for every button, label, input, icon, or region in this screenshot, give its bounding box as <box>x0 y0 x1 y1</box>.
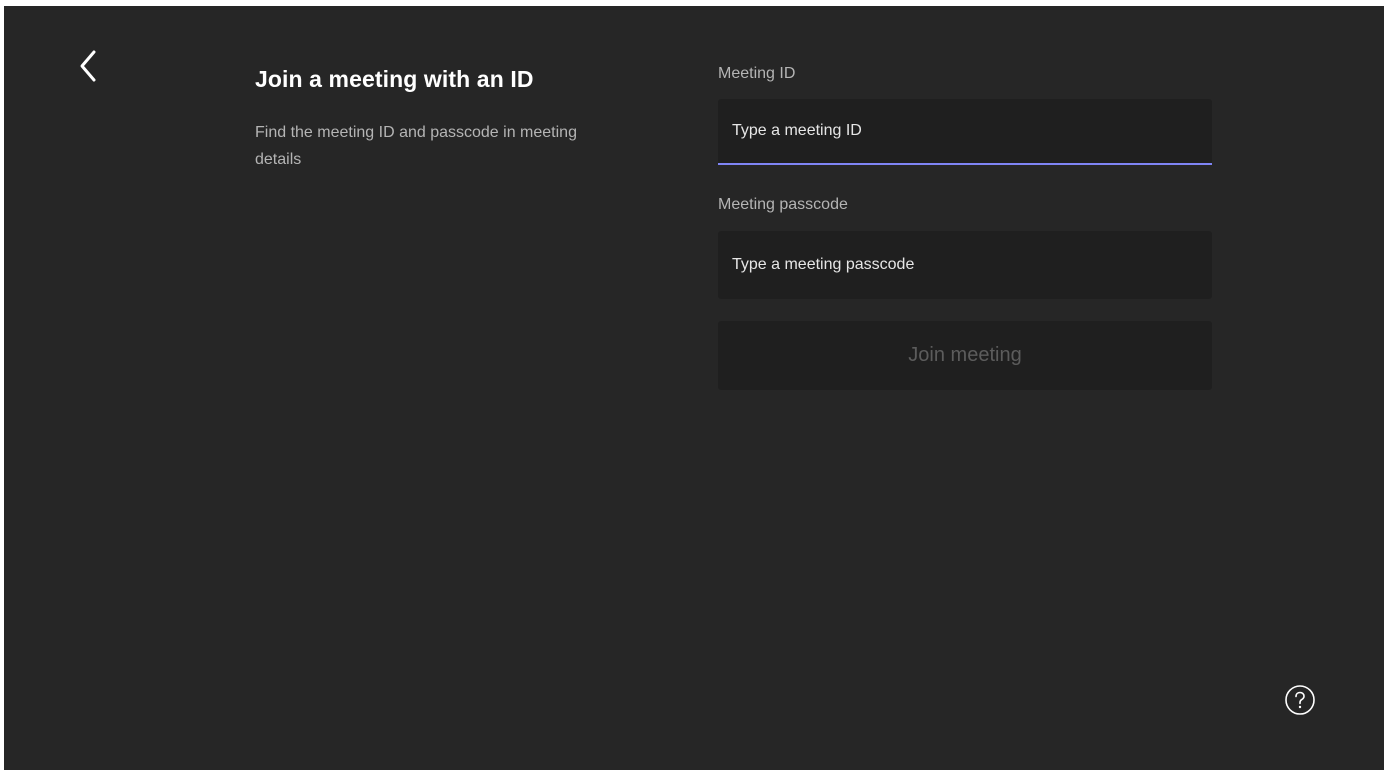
question-circle-icon <box>1285 685 1315 715</box>
page-description: Find the meeting ID and passcode in meet… <box>255 124 577 168</box>
meeting-id-label: Meeting ID <box>718 65 796 82</box>
help-button[interactable] <box>1284 684 1316 716</box>
meeting-passcode-input[interactable] <box>718 231 1212 299</box>
join-meeting-button[interactable]: Join meeting <box>718 321 1212 390</box>
back-button[interactable] <box>68 44 108 88</box>
page-title: Join a meeting with an ID <box>255 66 534 92</box>
meeting-id-input[interactable] <box>718 99 1212 165</box>
join-meeting-screen: Join a meeting with an ID Find the meeti… <box>4 6 1384 770</box>
meeting-passcode-label: Meeting passcode <box>718 196 848 213</box>
chevron-left-icon <box>80 50 96 82</box>
